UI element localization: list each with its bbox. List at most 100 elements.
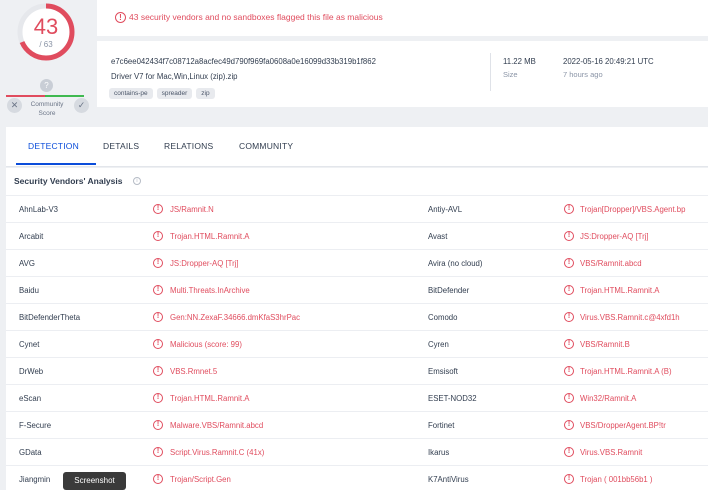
detection-result[interactable]: VBS/Ramnit.B bbox=[580, 340, 630, 349]
tab-detection[interactable]: DETECTION bbox=[28, 141, 79, 151]
detection-result[interactable]: Virus.VBS.Ramnit bbox=[580, 448, 642, 457]
community-score-help-icon[interactable]: ? bbox=[40, 79, 53, 92]
file-size: 11.22 MB bbox=[503, 57, 536, 66]
detection-result[interactable]: Trojan ( 001bb56b1 ) bbox=[580, 475, 653, 484]
alert-icon: ! bbox=[153, 366, 163, 376]
file-info-card: e7c6ee042434f7c08712a8acfec49d790f969fa0… bbox=[97, 41, 708, 107]
vendor-table: AhnLab-V3! JS/Ramnit.N Antiy-AVL! Trojan[Dr… bbox=[6, 195, 708, 490]
table-row: DrWeb! VBS.Rmnet.5 Emsisoft! Trojan.HTML.Ra… bbox=[6, 357, 708, 384]
vendor-name: Jiangmin bbox=[19, 475, 51, 484]
detection-result[interactable]: JS:Dropper-AQ [Trj] bbox=[580, 232, 649, 241]
table-row: AVG! JS:Dropper-AQ [Trj] Avira (no cloud)!… bbox=[6, 249, 708, 276]
vendor-name: Arcabit bbox=[19, 232, 44, 241]
vendor-name: F-Secure bbox=[19, 421, 52, 430]
vendor-name: Antiy-AVL bbox=[428, 205, 463, 214]
community-score-label: Community Score bbox=[24, 100, 70, 118]
table-row: eScan! Trojan.HTML.Ramnit.A ESET-NOD32! Win… bbox=[6, 384, 708, 411]
detection-result[interactable]: Malicious (score: 99) bbox=[170, 340, 242, 349]
community-score-label-line2: Score bbox=[38, 110, 56, 117]
vendor-name: BitDefenderTheta bbox=[19, 313, 81, 322]
alert-icon: ! bbox=[564, 312, 574, 322]
community-score-label-line1: Community bbox=[30, 101, 64, 108]
detection-result[interactable]: VBS.Rmnet.5 bbox=[170, 367, 217, 376]
table-row: GData! Script.Virus.Ramnit.C (41x) Ikarus!… bbox=[6, 438, 708, 465]
vendor-name: GData bbox=[19, 448, 42, 457]
malicious-alert-banner: ! 43 security vendors and no sandboxes f… bbox=[97, 0, 708, 36]
vendor-name: Emsisoft bbox=[428, 367, 458, 376]
vendor-name: DrWeb bbox=[19, 367, 44, 376]
vendor-name: K7AntiVirus bbox=[428, 475, 469, 484]
detection-result[interactable]: Trojan.HTML.Ramnit.A (B) bbox=[580, 367, 672, 376]
detection-result[interactable]: VBS/DropperAgent.BP!tr bbox=[580, 421, 666, 430]
detection-result[interactable]: Trojan/Script.Gen bbox=[170, 475, 231, 484]
alert-icon: ! bbox=[564, 285, 574, 295]
vendor-name: Cynet bbox=[19, 340, 40, 349]
vendor-name: Cyren bbox=[428, 340, 449, 349]
alert-icon: ! bbox=[564, 339, 574, 349]
detection-result[interactable]: Malware.VBS/Ramnit.abcd bbox=[170, 421, 263, 430]
alert-icon: ! bbox=[153, 231, 163, 241]
detection-result[interactable]: Trojan[Dropper]/VBS.Agent.bp bbox=[580, 205, 685, 214]
detection-result[interactable]: Virus.VBS.Ramnit.c@4xfd1h bbox=[580, 313, 680, 322]
alert-text: 43 security vendors and no sandboxes fla… bbox=[129, 12, 383, 22]
alert-icon: ! bbox=[153, 474, 163, 484]
table-row: Arcabit! Trojan.HTML.Ramnit.A Avast! JS:Dro… bbox=[6, 222, 708, 249]
vendor-name: AVG bbox=[19, 259, 35, 268]
alert-icon: ! bbox=[153, 393, 163, 403]
alert-icon: ! bbox=[153, 285, 163, 295]
alert-icon: ! bbox=[153, 204, 163, 214]
detection-result[interactable]: Gen:NN.ZexaF.34666.dmKfaS3hrPac bbox=[170, 313, 300, 322]
detection-result[interactable]: Script.Virus.Ramnit.C (41x) bbox=[170, 448, 264, 457]
screenshot-tooltip: Screenshot bbox=[63, 472, 126, 490]
tab-community[interactable]: COMMUNITY bbox=[239, 141, 293, 151]
alert-icon: ! bbox=[564, 366, 574, 376]
detection-result[interactable]: Trojan.HTML.Ramnit.A bbox=[580, 286, 659, 295]
tag-contains-pe[interactable]: contains-pe bbox=[109, 88, 153, 99]
alert-icon: ! bbox=[153, 312, 163, 322]
last-analysis-ago: 7 hours ago bbox=[563, 70, 603, 79]
alert-icon: ! bbox=[153, 339, 163, 349]
tag-zip[interactable]: zip bbox=[196, 88, 215, 99]
detection-result[interactable]: VBS/Ramnit.abcd bbox=[580, 259, 642, 268]
tab-relations[interactable]: RELATIONS bbox=[164, 141, 213, 151]
detection-result[interactable]: Trojan.HTML.Ramnit.A bbox=[170, 232, 249, 241]
vendor-name: Fortinet bbox=[428, 421, 455, 430]
alert-icon: ! bbox=[153, 447, 163, 457]
table-row: Cynet! Malicious (score: 99) Cyren! VBS/Ram… bbox=[6, 330, 708, 357]
detection-result[interactable]: JS/Ramnit.N bbox=[170, 205, 214, 214]
info-icon[interactable]: i bbox=[133, 177, 141, 185]
file-hash[interactable]: e7c6ee042434f7c08712a8acfec49d790f969fa0… bbox=[111, 57, 376, 66]
detection-result[interactable]: Trojan.HTML.Ramnit.A bbox=[170, 394, 249, 403]
file-name: Driver V7 for Mac,Win,Linux (zip).zip bbox=[111, 72, 238, 81]
alert-icon: ! bbox=[564, 447, 574, 457]
report-tabs: DETECTION DETAILS RELATIONS COMMUNITY bbox=[6, 127, 708, 167]
file-tags: contains-pe spreader zip bbox=[109, 88, 215, 99]
vendor-name: Avast bbox=[428, 232, 448, 241]
detection-result[interactable]: Multi.Threats.InArchive bbox=[170, 286, 250, 295]
vendor-name: BitDefender bbox=[428, 286, 470, 295]
detection-count: 43 bbox=[33, 14, 59, 39]
vendor-name: eScan bbox=[19, 394, 42, 403]
community-score-bar bbox=[6, 95, 84, 97]
alert-icon: ! bbox=[153, 258, 163, 268]
last-analysis-date: 2022-05-16 20:49:21 UTC bbox=[563, 57, 654, 66]
detection-result[interactable]: Win32/Ramnit.A bbox=[580, 394, 636, 403]
active-tab-indicator bbox=[16, 163, 96, 165]
vendor-name: AhnLab-V3 bbox=[19, 205, 59, 214]
tab-details[interactable]: DETAILS bbox=[103, 141, 139, 151]
detection-score-gauge: 43 / 63 bbox=[16, 2, 76, 62]
alert-icon: ! bbox=[153, 420, 163, 430]
file-header: 43 / 63 ? ✕ Community Score ✓ ! 43 secur… bbox=[0, 0, 708, 125]
file-size-label: Size bbox=[503, 70, 518, 79]
tag-spreader[interactable]: spreader bbox=[156, 88, 193, 99]
alert-icon: ! bbox=[115, 12, 126, 23]
section-title: Security Vendors' Analysis bbox=[14, 176, 123, 186]
detection-result[interactable]: JS:Dropper-AQ [Trj] bbox=[170, 259, 239, 268]
table-row: Baidu! Multi.Threats.InArchive BitDefender… bbox=[6, 276, 708, 303]
vendor-name: Baidu bbox=[19, 286, 39, 295]
alert-icon: ! bbox=[564, 231, 574, 241]
downvote-icon[interactable]: ✕ bbox=[7, 98, 22, 113]
vendors-analysis-section: Security Vendors' Analysis i AhnLab-V3! J… bbox=[6, 168, 708, 490]
table-row: F-Secure! Malware.VBS/Ramnit.abcd Fortinet… bbox=[6, 411, 708, 438]
upvote-icon[interactable]: ✓ bbox=[74, 98, 89, 113]
